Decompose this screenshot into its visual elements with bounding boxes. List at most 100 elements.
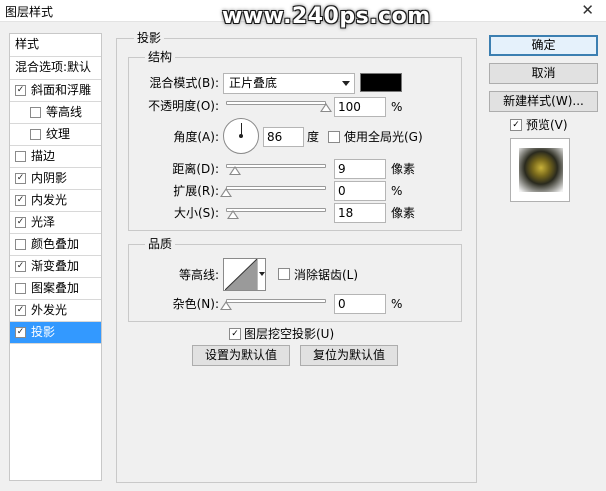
sidebar-item-label: 光泽 <box>31 215 56 229</box>
antialias-checkbox[interactable] <box>278 268 290 280</box>
sidebar-item[interactable]: ✓ 外发光 <box>10 300 101 321</box>
knockout-label[interactable]: 图层挖空投影(U) <box>244 327 334 341</box>
structure-title: 结构 <box>145 50 176 64</box>
sidebar-header-label: 样式 <box>15 37 40 51</box>
sidebar-header[interactable]: 样式 <box>10 34 101 55</box>
sidebar-item[interactable]: 等高线 <box>10 102 101 123</box>
sidebar-item-label: 图案叠加 <box>31 281 80 295</box>
opacity-slider-track[interactable] <box>226 101 326 105</box>
sidebar-item[interactable]: 描边 <box>10 146 101 167</box>
sidebar-item-checkbox[interactable] <box>30 129 41 140</box>
antialias-label[interactable]: 消除锯齿(L) <box>294 268 358 282</box>
sidebar-item-label: 渐变叠加 <box>31 259 80 273</box>
sidebar-item[interactable]: ✓ 渐变叠加 <box>10 256 101 277</box>
sidebar-item-label: 外发光 <box>31 303 68 317</box>
sidebar-item-checkbox[interactable]: ✓ <box>15 173 26 184</box>
sidebar-item[interactable]: 颜色叠加 <box>10 234 101 255</box>
sidebar-item-blend-options[interactable]: 混合选项:默认 <box>10 57 101 78</box>
chevron-down-icon <box>259 272 265 276</box>
new-style-button[interactable]: 新建样式(W)... <box>489 91 598 112</box>
size-slider-thumb[interactable] <box>227 210 239 219</box>
cancel-button[interactable]: 取消 <box>489 63 598 84</box>
spread-label: 扩展(R): <box>173 184 219 198</box>
opacity-unit: % <box>391 100 403 114</box>
angle-dial[interactable] <box>223 118 259 154</box>
opacity-slider-thumb[interactable] <box>320 103 332 112</box>
sidebar-item-label: 颜色叠加 <box>31 237 80 251</box>
quality-title: 品质 <box>145 237 176 251</box>
noise-label: 杂色(N): <box>172 297 219 311</box>
sidebar-item-checkbox[interactable]: ✓ <box>15 195 26 206</box>
sidebar-item-checkbox[interactable]: ✓ <box>15 85 26 96</box>
sidebar-item[interactable]: ✓ 光泽 <box>10 212 101 233</box>
sidebar-item-label: 内发光 <box>31 193 68 207</box>
size-input[interactable]: 18 <box>334 203 386 223</box>
blend-mode-value: 正片叠底 <box>229 76 278 90</box>
window-title: 图层样式 <box>5 5 54 19</box>
blend-mode-select[interactable]: 正片叠底 <box>223 73 355 94</box>
divider <box>10 343 101 344</box>
global-light-checkbox[interactable] <box>328 131 340 143</box>
preview-label[interactable]: 预览(V) <box>526 118 568 132</box>
distance-slider-thumb[interactable] <box>229 166 241 175</box>
opacity-label: 不透明度(O): <box>148 99 219 113</box>
sidebar-item[interactable]: ✓ 投影 <box>10 322 101 343</box>
reset-default-button[interactable]: 复位为默认值 <box>300 345 398 366</box>
ok-button[interactable]: 确定 <box>489 35 598 56</box>
contour-label: 等高线: <box>178 268 219 282</box>
noise-slider-thumb[interactable] <box>220 301 232 310</box>
opacity-input[interactable]: 100 <box>334 97 386 117</box>
size-unit: 像素 <box>391 206 416 220</box>
spread-input[interactable]: 0 <box>334 181 386 201</box>
sidebar-item-label: 混合选项:默认 <box>15 60 92 74</box>
angle-input[interactable]: 86 <box>263 127 304 147</box>
sidebar-item[interactable]: ✓ 内发光 <box>10 190 101 211</box>
distance-label: 距离(D): <box>172 162 219 176</box>
sidebar-item[interactable]: ✓ 斜面和浮雕 <box>10 80 101 101</box>
global-light-label[interactable]: 使用全局光(G) <box>344 130 423 144</box>
shadow-color-swatch[interactable] <box>360 73 402 92</box>
sidebar-item-checkbox[interactable]: ✓ <box>15 327 26 338</box>
sidebar-item-checkbox[interactable] <box>15 151 26 162</box>
spread-slider-track[interactable] <box>226 186 326 190</box>
sidebar-item-checkbox[interactable]: ✓ <box>15 261 26 272</box>
preview-checkbox[interactable]: ✓ <box>510 119 522 131</box>
size-slider-track[interactable] <box>226 208 326 212</box>
contour-dropdown[interactable] <box>257 259 265 290</box>
knockout-checkbox[interactable]: ✓ <box>229 328 241 340</box>
sidebar-item-label: 斜面和浮雕 <box>31 83 92 97</box>
sidebar-item-label: 等高线 <box>46 105 83 119</box>
distance-unit: 像素 <box>391 162 416 176</box>
sidebar-item[interactable]: 图案叠加 <box>10 278 101 299</box>
angle-dial-center <box>239 134 243 138</box>
sidebar-item[interactable]: 纹理 <box>10 124 101 145</box>
group-title: 投影 <box>134 31 165 45</box>
angle-unit: 度 <box>307 130 320 144</box>
sidebar-item-checkbox[interactable] <box>15 283 26 294</box>
sidebar-item-checkbox[interactable]: ✓ <box>15 305 26 316</box>
close-icon[interactable]: ✕ <box>581 1 594 19</box>
contour-picker[interactable] <box>223 258 266 291</box>
sidebar-item-checkbox[interactable] <box>30 107 41 118</box>
noise-unit: % <box>391 297 403 311</box>
distance-input[interactable]: 9 <box>334 159 386 179</box>
distance-slider-track[interactable] <box>226 164 326 168</box>
sidebar-item-label: 内阴影 <box>31 171 68 185</box>
sidebar-item-label: 投影 <box>31 325 56 339</box>
spread-slider-thumb[interactable] <box>220 188 232 197</box>
watermark: www.240ps.com <box>222 4 431 29</box>
preview-thumbnail <box>519 148 563 192</box>
noise-input[interactable]: 0 <box>334 294 386 314</box>
noise-slider-track[interactable] <box>226 299 326 303</box>
contour-curve-icon <box>225 259 257 290</box>
sidebar-item-label: 纹理 <box>46 127 71 141</box>
chevron-down-icon <box>342 81 350 86</box>
make-default-button[interactable]: 设置为默认值 <box>192 345 290 366</box>
sidebar-item-label: 描边 <box>31 149 56 163</box>
blend-mode-label: 混合模式(B): <box>149 76 219 90</box>
size-label: 大小(S): <box>173 206 219 220</box>
sidebar-item-checkbox[interactable] <box>15 239 26 250</box>
sidebar-item-checkbox[interactable]: ✓ <box>15 217 26 228</box>
angle-label: 角度(A): <box>173 130 219 144</box>
sidebar-item[interactable]: ✓ 内阴影 <box>10 168 101 189</box>
